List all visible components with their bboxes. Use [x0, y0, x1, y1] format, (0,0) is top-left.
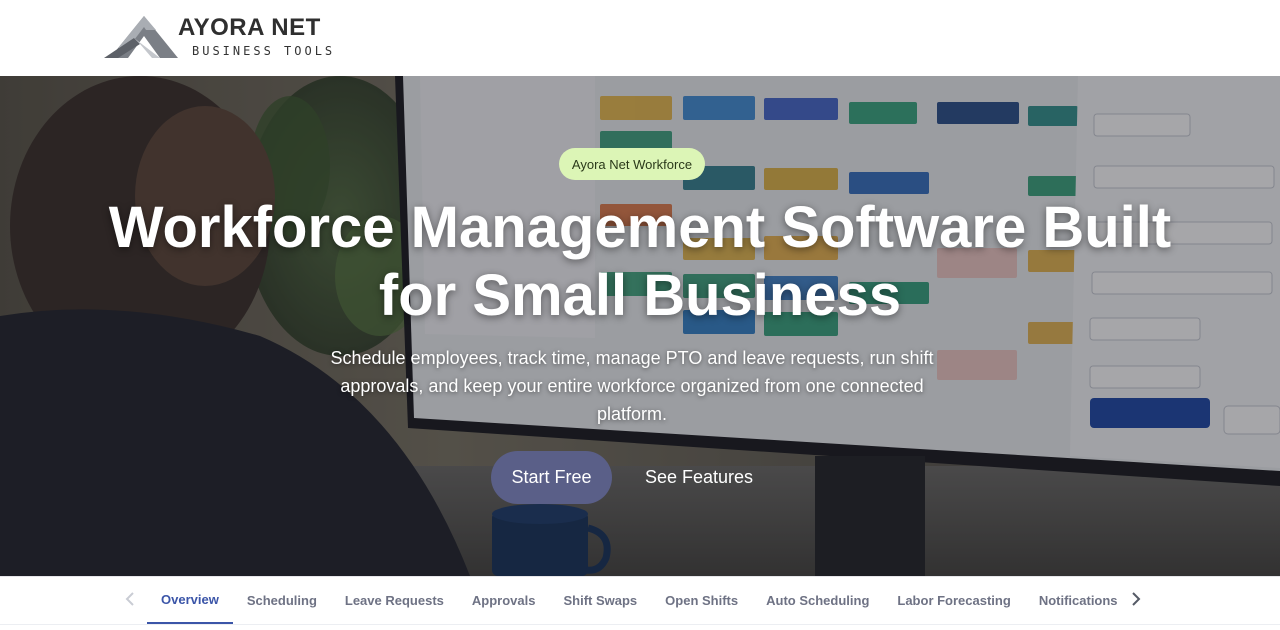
brand-name: AYORA NET	[178, 14, 321, 41]
hero-section: Ayora Net Workforce Workforce Management…	[0, 76, 1280, 576]
feature-tab-bar: Overview Scheduling Leave Requests Appro…	[0, 576, 1280, 630]
chevron-left-icon[interactable]	[120, 589, 140, 609]
tab-scheduling[interactable]: Scheduling	[233, 577, 331, 624]
site-header: AYORA NET BUSINESS TOOLS	[0, 0, 1280, 76]
chevron-right-icon[interactable]	[1126, 589, 1146, 609]
brand-tagline: BUSINESS TOOLS	[192, 44, 336, 58]
hero-title-line-1: Workforce Management Software Built	[108, 195, 1172, 260]
tab-overview[interactable]: Overview	[147, 577, 233, 624]
logo-mark-icon	[104, 16, 178, 58]
tab-approvals[interactable]: Approvals	[458, 577, 550, 624]
hero-title: Workforce Management Software Built for …	[100, 194, 1180, 330]
tab-notifications[interactable]: Notifications	[1025, 577, 1132, 624]
tab-open-shifts[interactable]: Open Shifts	[651, 577, 752, 624]
feature-tabs: Overview Scheduling Leave Requests Appro…	[147, 577, 1132, 624]
tab-shift-swaps[interactable]: Shift Swaps	[549, 577, 651, 624]
see-features-button[interactable]: See Features	[628, 451, 770, 504]
hero-subtitle: Schedule employees, track time, manage P…	[330, 348, 934, 424]
product-badge: Ayora Net Workforce	[559, 148, 705, 180]
tab-leave-requests[interactable]: Leave Requests	[331, 577, 458, 624]
tab-bar-divider	[0, 624, 1280, 625]
start-free-button[interactable]: Start Free	[491, 451, 612, 504]
brand-logo[interactable]: AYORA NET BUSINESS TOOLS	[104, 14, 344, 62]
tab-labor-forecasting[interactable]: Labor Forecasting	[883, 577, 1024, 624]
tab-auto-scheduling[interactable]: Auto Scheduling	[752, 577, 883, 624]
hero-title-line-2: for Small Business	[378, 263, 902, 328]
